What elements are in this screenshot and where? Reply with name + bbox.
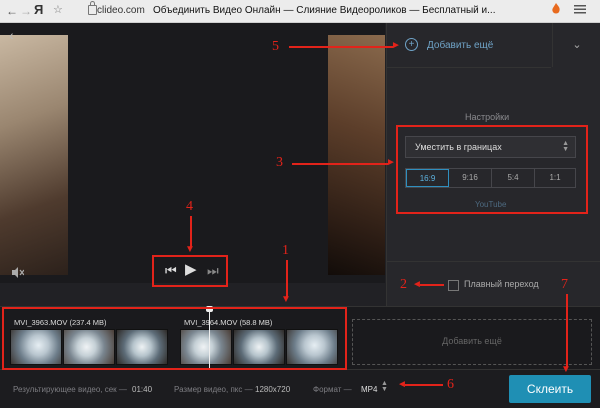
transition-checkbox[interactable] [448,280,459,291]
plus-icon: + [405,38,418,51]
lock-icon [88,1,97,15]
address-bar[interactable]: clideo.com Объединить Видео Онлайн — Сли… [68,1,546,19]
format-select[interactable]: MP4 [361,385,377,394]
arrowhead-icon: ▼ [281,294,291,305]
editor-back-icon[interactable]: ‹ [9,27,14,43]
forward-arrow-icon[interactable]: → [20,3,32,19]
arrowhead-icon: ▼ [185,244,195,255]
add-more-label: Добавить ещё [427,40,494,51]
result-duration-value: 01:40 [132,385,153,394]
annotation-number: 6 [447,377,454,392]
arrowhead-icon: ► [391,40,401,51]
annotation-number: 3 [276,155,283,170]
chevron-down-icon[interactable]: ⌄ [552,23,600,67]
add-more-slot[interactable]: Добавить ещё [352,319,592,365]
annotation-arrow [566,294,568,368]
add-more-slot-label: Добавить ещё [442,336,502,346]
page-title: Объединить Видео Онлайн — Слияние Видеор… [153,5,496,16]
annotation-arrow [289,46,393,48]
arrowhead-icon: ▼ [561,364,571,375]
annotation-number: 5 [272,39,279,54]
format-label: Формат — [313,385,352,394]
annotation-arrow [292,163,388,165]
arrowhead-icon: ► [386,157,396,168]
highlight-box-timeline [2,307,347,370]
transition-label[interactable]: Плавный переход [464,279,539,289]
annotation-number: 4 [186,199,193,214]
annotation-arrow [405,384,443,386]
browser-toolbar: ← → Я ☆ clideo.com Объединить Видео Онла… [0,0,600,23]
back-arrow-icon[interactable]: ← [6,3,18,19]
settings-title: Настройки [465,112,510,122]
highlight-box-settings [396,125,588,214]
annotation-arrow [420,284,444,286]
preview-video-right [328,35,385,275]
merge-button[interactable]: Склеить [509,375,591,403]
highlight-box-controls [152,255,228,287]
annotation-number: 7 [561,277,568,292]
annotation-number: 2 [400,277,407,292]
result-duration-label: Результирующее видео, сек — [13,385,127,394]
mute-icon[interactable] [12,267,25,281]
annotation-arrow [286,260,288,298]
video-size-label: Размер видео, пкс — [174,385,253,394]
preview-video-left [0,35,68,275]
extension-icon[interactable] [551,3,561,18]
annotation-number: 1 [282,243,289,258]
menu-icon[interactable] [574,3,586,18]
video-size-value: 1280x720 [255,385,291,394]
page-domain: clideo.com [97,5,145,16]
format-arrows-icon[interactable]: ▲ ▼ [381,380,388,393]
bookmark-star-icon[interactable]: ☆ [53,3,63,16]
add-more-button[interactable]: + Добавить ещё [386,23,551,68]
yandex-logo[interactable]: Я [34,2,43,17]
